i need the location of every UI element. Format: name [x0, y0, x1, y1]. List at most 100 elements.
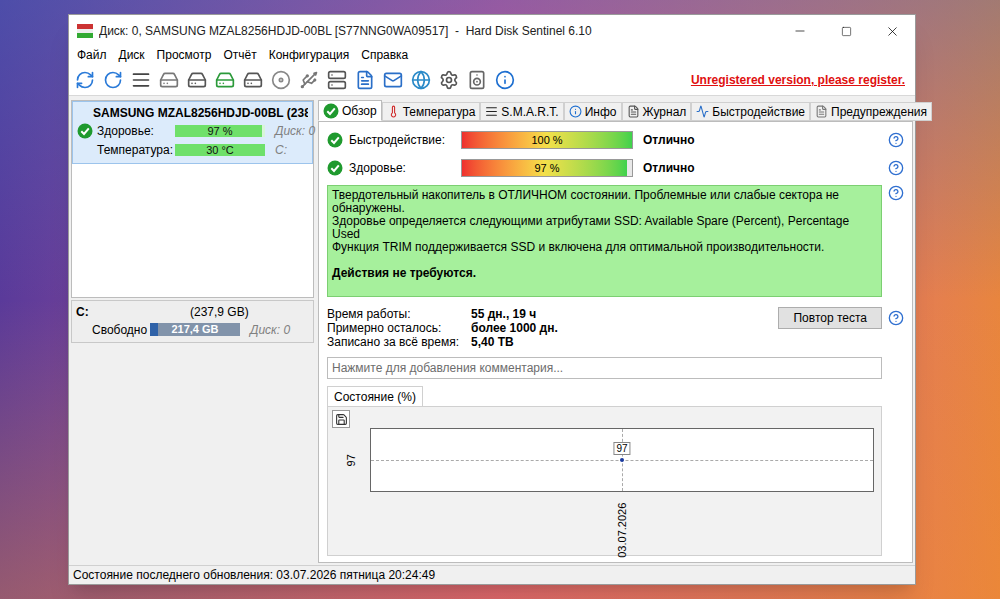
- message-line: Функция TRIM поддерживается SSD и включе…: [332, 241, 877, 254]
- menu-bar: ФайлДискПросмотрОтчётКонфигурацияСправка: [69, 47, 915, 64]
- tab[interactable]: Обзор: [318, 100, 382, 121]
- log-icon: [627, 105, 640, 118]
- plot: 97: [370, 428, 874, 492]
- tab[interactable]: Быстродействие: [691, 102, 810, 121]
- message-line: Твердотельный накопитель в ОТЛИЧНОМ сост…: [332, 189, 877, 215]
- comment-input[interactable]: Нажмите для добавления комментария...: [327, 357, 882, 379]
- drive-icon: [159, 70, 179, 90]
- refresh-icon: [75, 70, 95, 90]
- partition-size: (237,9 GB): [190, 303, 249, 321]
- register-link[interactable]: Unregistered version, please register.: [691, 71, 905, 89]
- disk-stat-extra: C:: [275, 141, 287, 159]
- disk-stat-bar: 97 %: [175, 125, 265, 137]
- smart-icon: [485, 105, 498, 118]
- toolbar-button[interactable]: [297, 68, 321, 92]
- server-icon: [327, 70, 347, 90]
- disk-stat-label: Здоровье:: [97, 122, 171, 140]
- disk-stat-bar: 30 °C: [175, 144, 265, 156]
- summary-rating: Отлично: [643, 131, 695, 149]
- free-label: Свободно: [76, 321, 146, 339]
- summary-row: Здоровье:97 %Отлично: [327, 154, 904, 182]
- close-button[interactable]: [869, 15, 915, 47]
- save-chart-button[interactable]: [332, 410, 350, 428]
- toolbar-button[interactable]: [241, 68, 265, 92]
- stat-value: 5,40 TB: [471, 333, 514, 351]
- drive-search-icon: [243, 70, 263, 90]
- stat-label: Время работы:: [327, 305, 471, 323]
- close-icon: [885, 24, 900, 39]
- retest-button[interactable]: Повтор теста: [778, 307, 882, 329]
- toolbar-button[interactable]: [325, 68, 349, 92]
- summary-value: 97 %: [462, 160, 632, 176]
- minimize-button[interactable]: [777, 15, 823, 47]
- stat-row: Примерно осталось:более 1000 дн.: [327, 321, 558, 335]
- report-icon: [355, 70, 375, 90]
- status-bar: Состояние последнего обновления: 03.07.2…: [69, 565, 915, 584]
- tab[interactable]: Инфо: [564, 102, 622, 121]
- disk-stat-label: Температура:: [97, 141, 171, 159]
- chart-tab[interactable]: Состояние (%): [327, 386, 423, 406]
- stats: Время работы:55 дн., 19 чПримерно остало…: [327, 307, 558, 349]
- menu-item[interactable]: Просмотр: [151, 48, 218, 63]
- summary-bar: 100 %: [461, 131, 633, 149]
- tab[interactable]: Журнал: [622, 102, 692, 121]
- tab-bar: ОбзорТемператураS.M.A.R.T.ИнфоЖурналБыст…: [318, 100, 913, 121]
- partition-extra: Диск: 0: [250, 321, 290, 339]
- menu-item[interactable]: Справка: [355, 48, 414, 63]
- title-bar[interactable]: Диск: 0, SAMSUNG MZAL8256HDJD-00BL [S77N…: [69, 15, 915, 47]
- free-space-bar: 217,4 GB: [150, 323, 240, 336]
- menu-item[interactable]: Файл: [71, 48, 113, 63]
- toolbar-button[interactable]: [73, 68, 97, 92]
- summary-bar: 97 %: [461, 159, 633, 177]
- maximize-button[interactable]: [823, 15, 869, 47]
- toolbar-button[interactable]: [381, 68, 405, 92]
- toolbar-button[interactable]: [493, 68, 517, 92]
- ok-check-icon: [327, 132, 343, 148]
- disk-card[interactable]: SAMSUNG MZAL8256HDJD-00BL (238,5 GЗдоров…: [72, 101, 313, 164]
- toolbar-button[interactable]: [157, 68, 181, 92]
- ok-check-icon: [323, 103, 339, 119]
- disk-stat-value: 30 °C: [175, 144, 265, 156]
- toolbar-button[interactable]: [101, 68, 125, 92]
- menu-item[interactable]: Конфигурация: [263, 48, 356, 63]
- toolbar-button[interactable]: [185, 68, 209, 92]
- overview-panel: Быстродействие:100 %ОтличноЗдоровье:97 %…: [318, 121, 913, 563]
- ok-check-icon: [327, 160, 343, 176]
- help-icon[interactable]: [888, 132, 904, 148]
- menu-item[interactable]: Отчёт: [217, 48, 262, 63]
- partition-card[interactable]: C: (237,9 GB) Свободно 217,4 GB Диск: 0: [71, 300, 314, 343]
- chart-area: 979703.07.2026: [327, 406, 882, 556]
- help-icon[interactable]: [888, 160, 904, 176]
- tab[interactable]: Предупреждения: [810, 102, 932, 121]
- summary-label: Здоровье:: [349, 159, 455, 177]
- tab[interactable]: S.M.A.R.T.: [480, 102, 563, 121]
- free-space-value: 217,4 GB: [150, 323, 240, 336]
- help-icon[interactable]: [888, 185, 904, 201]
- toolbar-button[interactable]: [465, 68, 489, 92]
- thermometer-icon: [387, 105, 400, 118]
- toolbar-button[interactable]: [409, 68, 433, 92]
- right-panel: ОбзорТемператураS.M.A.R.T.ИнфоЖурналБыст…: [318, 100, 913, 563]
- partition-name: C:: [76, 303, 146, 321]
- disc-icon: [271, 70, 291, 90]
- settings-icon: [439, 70, 459, 90]
- main-area: SAMSUNG MZAL8256HDJD-00BL (238,5 GЗдоров…: [69, 96, 915, 565]
- toolbar: Unregistered version, please register.: [69, 64, 915, 96]
- desktop: Диск: 0, SAMSUNG MZAL8256HDJD-00BL [S77N…: [0, 0, 1000, 599]
- about-icon: [495, 70, 515, 90]
- help-icon[interactable]: [888, 310, 904, 326]
- toolbar-button[interactable]: [213, 68, 237, 92]
- toolbar-button[interactable]: [269, 68, 293, 92]
- ok-check-icon: [77, 123, 93, 139]
- disk-stat-value: 97 %: [175, 125, 265, 137]
- toolbar-button[interactable]: [129, 68, 153, 92]
- tab[interactable]: Температура: [382, 102, 481, 121]
- maximize-icon: [841, 26, 852, 37]
- toolbar-button[interactable]: [353, 68, 377, 92]
- x-tick: 03.07.2026: [614, 503, 631, 558]
- disk-list: SAMSUNG MZAL8256HDJD-00BL (238,5 GЗдоров…: [71, 100, 314, 298]
- menu-item[interactable]: Диск: [113, 48, 151, 63]
- toolbar-button[interactable]: [437, 68, 461, 92]
- point-label: 97: [613, 442, 630, 455]
- summary-value: 100 %: [462, 132, 632, 148]
